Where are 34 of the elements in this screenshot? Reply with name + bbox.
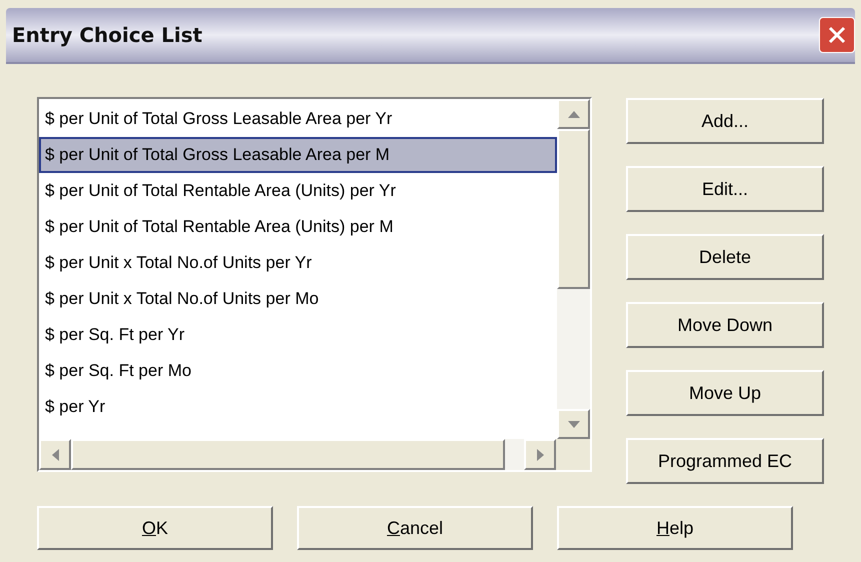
- vertical-scrollbar[interactable]: [557, 99, 590, 439]
- up-arrow-icon: [568, 110, 580, 118]
- list-item[interactable]: $ per Unit of Total Gross Leasable Area per M: [39, 137, 557, 173]
- list-item[interactable]: $ per Unit of Total Rentable Area (Units) per M: [39, 209, 557, 245]
- horizontal-scrollbar[interactable]: [39, 439, 590, 470]
- dialog-button[interactable]: Help: [557, 506, 793, 550]
- scroll-left-button[interactable]: [39, 439, 71, 470]
- close-icon: [827, 25, 847, 45]
- left-arrow-icon: [52, 448, 58, 460]
- scrollbar-corner: [556, 439, 590, 470]
- window-title: Entry Choice List: [12, 22, 202, 49]
- list-item[interactable]: $ per Unit of Total Gross Leasable Area per Yr: [39, 101, 557, 137]
- list-item[interactable]: $ per Unit of Total Rentable Area (Units) per Yr: [39, 173, 557, 209]
- side-button[interactable]: Add...: [626, 98, 824, 144]
- right-arrow-icon: [536, 448, 544, 460]
- dialog-button[interactable]: OK: [37, 506, 273, 550]
- down-arrow-icon: [568, 420, 580, 428]
- side-button[interactable]: Move Down: [626, 302, 824, 348]
- side-button[interactable]: Edit...: [626, 166, 824, 212]
- list-item[interactable]: $ per Sq. Ft per Mo: [39, 353, 557, 389]
- scroll-up-button[interactable]: [557, 99, 590, 129]
- list-item[interactable]: $ per Unit x Total No.of Units per Yr: [39, 245, 557, 281]
- list-item[interactable]: $ per Unit x Total No.of Units per Mo: [39, 281, 557, 317]
- list-item[interactable]: $ per Sq. Ft per Yr: [39, 317, 557, 353]
- scroll-thumb[interactable]: [557, 129, 590, 289]
- close-button[interactable]: [819, 17, 855, 53]
- scroll-right-button[interactable]: [524, 439, 556, 470]
- side-button[interactable]: Move Up: [626, 370, 824, 416]
- side-button[interactable]: Delete: [626, 234, 824, 280]
- scroll-down-button[interactable]: [557, 409, 590, 439]
- scroll-thumb[interactable]: [71, 439, 505, 470]
- side-button[interactable]: Programmed EC: [626, 438, 824, 484]
- dialog-button[interactable]: Cancel: [297, 506, 533, 550]
- list-item[interactable]: $ per Yr: [39, 389, 557, 425]
